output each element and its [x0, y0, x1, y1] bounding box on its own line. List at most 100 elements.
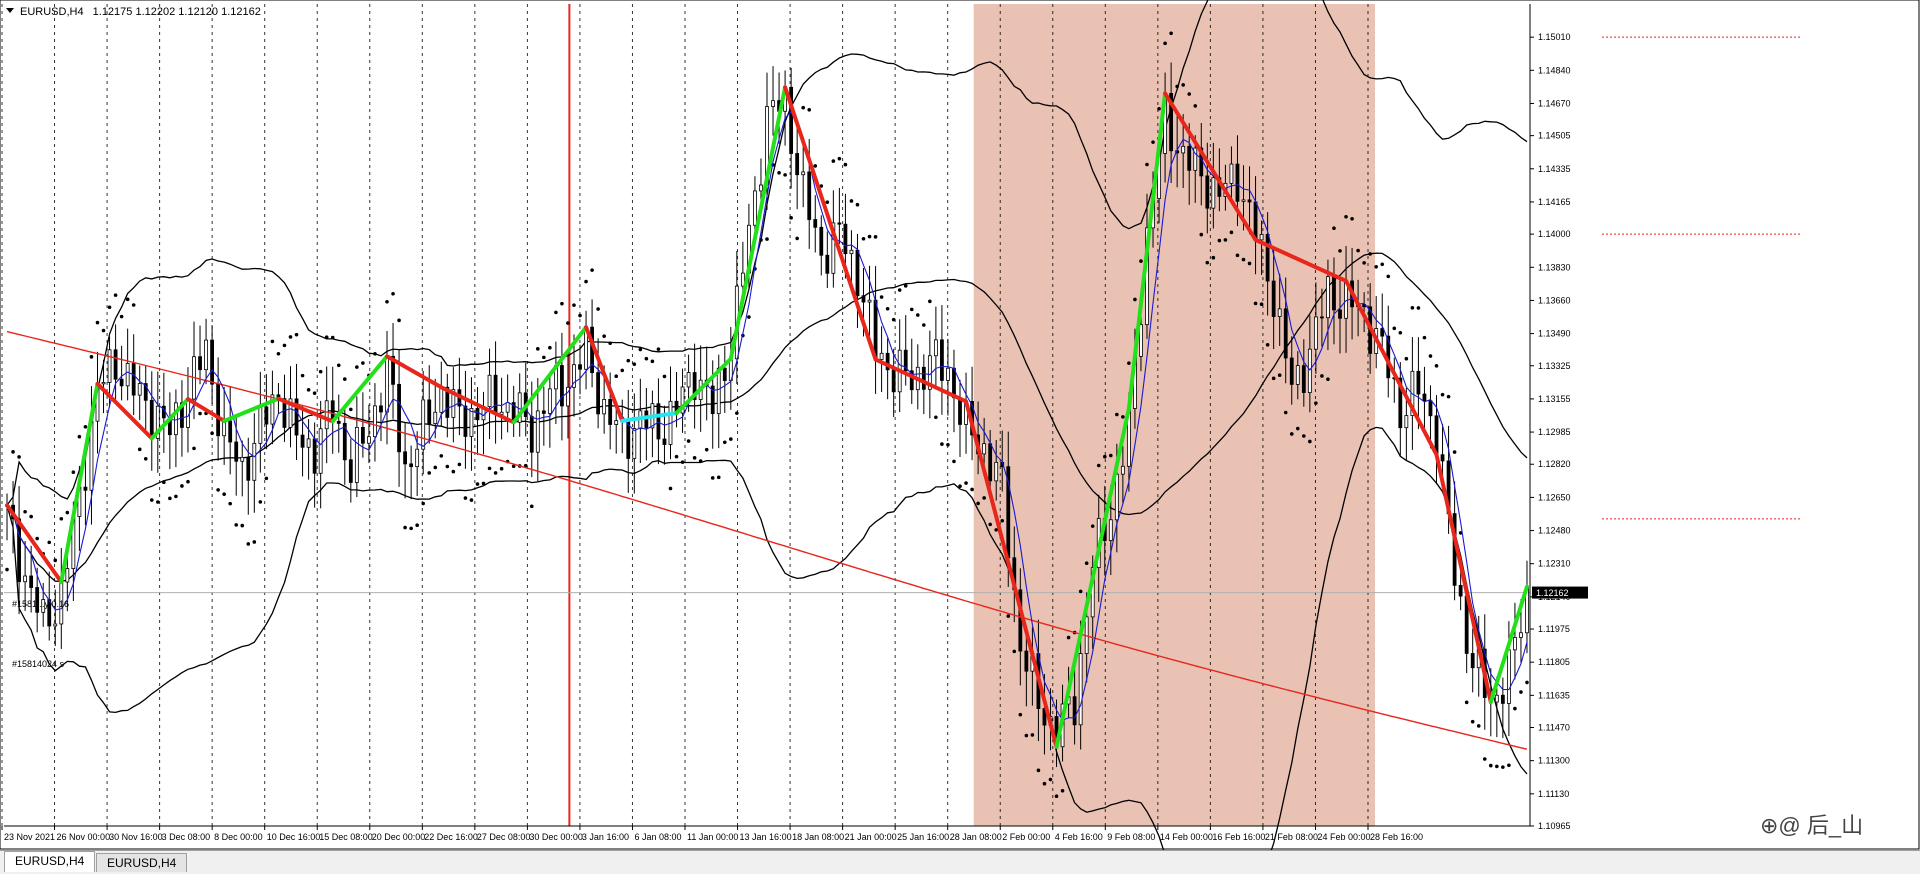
- candle-body: [505, 402, 510, 413]
- y-tick-label: 1.12650: [1538, 492, 1571, 502]
- sar-dot: [1163, 41, 1167, 46]
- x-tick-label: 3 Dec 08:00: [162, 832, 211, 842]
- sar-dot: [487, 466, 492, 471]
- sar-dot: [71, 470, 76, 474]
- candle-body: [83, 486, 88, 491]
- candle-body: [1320, 316, 1324, 319]
- candle-body: [879, 352, 884, 360]
- candle-body: [940, 339, 944, 381]
- sar-dot: [186, 479, 190, 484]
- y-tick-label: 1.11975: [1538, 624, 1570, 634]
- x-tick-label: 15 Dec 08:00: [319, 832, 373, 842]
- candle-body: [463, 405, 468, 437]
- tab-eurusd-h4-active[interactable]: EURUSD,H4: [4, 851, 96, 872]
- sar-dot: [1525, 680, 1529, 685]
- candle-body: [547, 388, 552, 414]
- candle-body: [837, 222, 842, 225]
- y-tick-label: 1.13830: [1538, 262, 1571, 272]
- sar-dot: [716, 475, 721, 480]
- candle-body: [306, 438, 311, 448]
- sar-dot: [493, 471, 498, 475]
- sar-dot: [1217, 238, 1222, 243]
- sar-dot: [1428, 354, 1433, 358]
- y-tick-label: 1.11130: [1538, 789, 1569, 799]
- x-tick-label: 30 Dec 00:00: [529, 832, 583, 842]
- sar-dot: [837, 156, 842, 161]
- candle-body: [807, 171, 812, 220]
- sar-dot: [288, 335, 293, 339]
- sar-dot: [940, 442, 944, 446]
- tab-eurusd-h4[interactable]: EURUSD,H4: [96, 853, 188, 872]
- x-tick-label: 24 Feb 00:00: [1317, 832, 1370, 842]
- candle-body: [1253, 201, 1258, 241]
- sar-dot: [1338, 249, 1342, 253]
- candle-body: [535, 410, 540, 453]
- sar-dot: [1042, 781, 1047, 786]
- sar-dot: [922, 323, 926, 327]
- sar-dot: [156, 500, 160, 504]
- sar-dot: [1151, 140, 1155, 144]
- chart-svg[interactable]: 1.15010 1.14840 1.14670 1.14505 1.14335 1.141…: [0, 0, 1920, 874]
- candle-body: [1440, 454, 1445, 462]
- sar-dot: [704, 447, 709, 452]
- sar-dot: [566, 321, 570, 325]
- sar-dot: [5, 567, 9, 572]
- sar-dot: [1289, 432, 1294, 436]
- sar-dot: [885, 306, 890, 311]
- candle-body: [1265, 233, 1270, 282]
- sar-dot: [1476, 724, 1481, 728]
- sar-dot: [463, 496, 468, 500]
- candle-body: [1428, 400, 1433, 417]
- sar-dot: [1326, 377, 1330, 382]
- candle-body: [656, 403, 661, 440]
- sar-dot: [1464, 700, 1469, 705]
- y-tick-label: 1.12820: [1538, 459, 1571, 469]
- candle-body: [1295, 365, 1300, 385]
- chart-tab-bar: EURUSD,H4 EURUSD,H4: [0, 850, 1920, 874]
- sar-dot: [83, 425, 88, 429]
- sar-dot: [1181, 83, 1185, 87]
- x-tick-label: 21 Feb 08:00: [1265, 832, 1318, 842]
- sar-dot: [946, 443, 950, 447]
- sar-dot: [644, 356, 649, 361]
- sar-dot: [318, 369, 323, 374]
- sar-dot: [1422, 335, 1427, 340]
- candle-body: [149, 399, 154, 439]
- sar-dot: [1139, 259, 1143, 263]
- candle-body: [1181, 145, 1186, 154]
- sar-dot: [1295, 426, 1300, 431]
- candle-body: [204, 339, 208, 371]
- candle-body: [1072, 696, 1077, 726]
- sar-dot: [1392, 326, 1397, 331]
- price-chart[interactable]: 1.15010 1.14840 1.14670 1.14505 1.14335 1.141…: [0, 0, 1920, 874]
- sar-dot: [542, 355, 546, 360]
- candle-body: [795, 153, 800, 176]
- sar-dot: [801, 105, 805, 110]
- candle-body: [861, 295, 866, 303]
- candle-body: [1338, 309, 1342, 319]
- candle-body: [1114, 473, 1119, 521]
- candle-body: [222, 420, 227, 437]
- sar-dot: [1006, 614, 1011, 618]
- order-label-buy: #1581...y 0.16: [12, 599, 69, 609]
- candle-body: [891, 369, 896, 393]
- sar-dot: [873, 235, 878, 239]
- sar-dot: [903, 284, 908, 288]
- candle-body: [994, 461, 999, 482]
- candle-body: [367, 436, 371, 444]
- sar-dot: [1157, 106, 1161, 111]
- sar-dot: [590, 268, 594, 272]
- sar-dot: [783, 173, 787, 177]
- candle-body: [608, 399, 613, 425]
- sar-dot: [89, 355, 94, 359]
- x-tick-label: 16 Feb 16:00: [1212, 832, 1265, 842]
- sar-dot: [349, 407, 353, 412]
- sar-dot: [656, 347, 661, 351]
- candle-body: [921, 366, 926, 390]
- x-tick-label: 10 Dec 16:00: [267, 832, 321, 842]
- sar-dot: [17, 455, 21, 459]
- sar-dot: [584, 279, 588, 284]
- candle-body: [234, 441, 239, 462]
- sar-dot: [119, 314, 124, 319]
- sar-dot: [475, 482, 480, 486]
